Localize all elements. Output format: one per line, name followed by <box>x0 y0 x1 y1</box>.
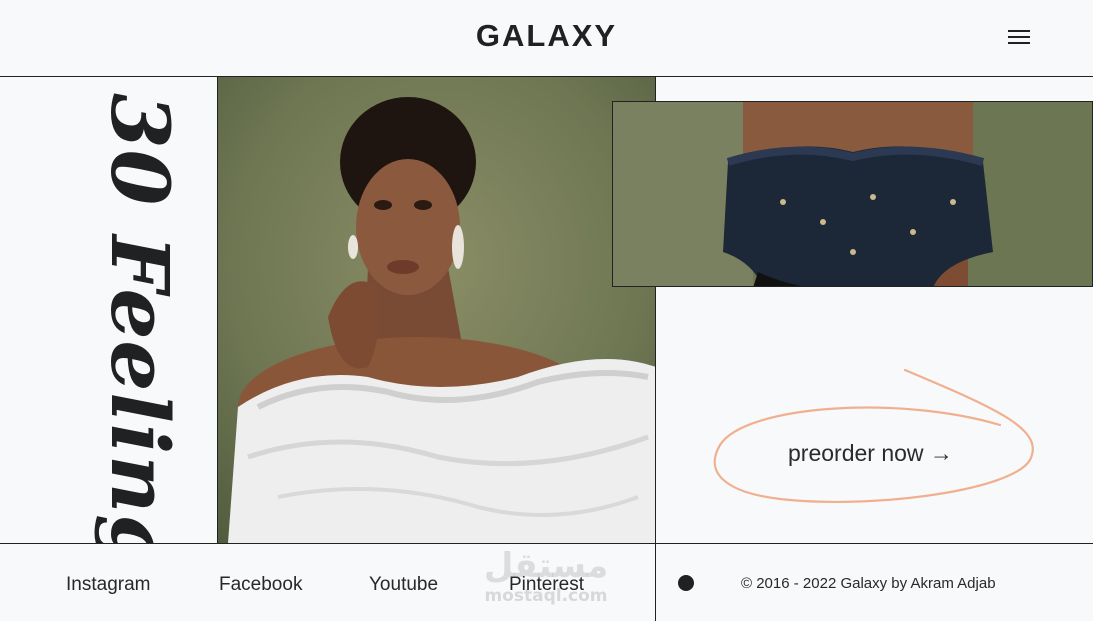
vertical-title-column: 30 Feelings <box>0 77 218 543</box>
brand-logo[interactable]: GALAXY <box>0 18 1093 54</box>
site-header: GALAXY <box>0 0 1093 77</box>
preorder-cta[interactable]: preorder now → <box>700 360 1060 520</box>
vertical-title: 30 Feelings <box>93 93 187 543</box>
youtube-link[interactable]: Youtube <box>369 574 438 596</box>
site-footer: Instagram Facebook Youtube Pinterest © 2… <box>0 543 1093 621</box>
instagram-link[interactable]: Instagram <box>66 574 150 596</box>
pinterest-link[interactable]: Pinterest <box>509 574 584 596</box>
facebook-link[interactable]: Facebook <box>219 574 302 596</box>
hamburger-icon <box>1008 30 1030 44</box>
footer-divider <box>655 544 656 621</box>
copyright-text: © 2016 - 2022 Galaxy by Akram Adjab <box>741 575 996 592</box>
menu-button[interactable] <box>1008 30 1030 46</box>
hero-photo-woman <box>218 77 656 543</box>
preorder-button[interactable]: preorder now → <box>788 440 953 467</box>
detail-photo-dress <box>612 101 1093 287</box>
dot-icon <box>678 575 694 591</box>
